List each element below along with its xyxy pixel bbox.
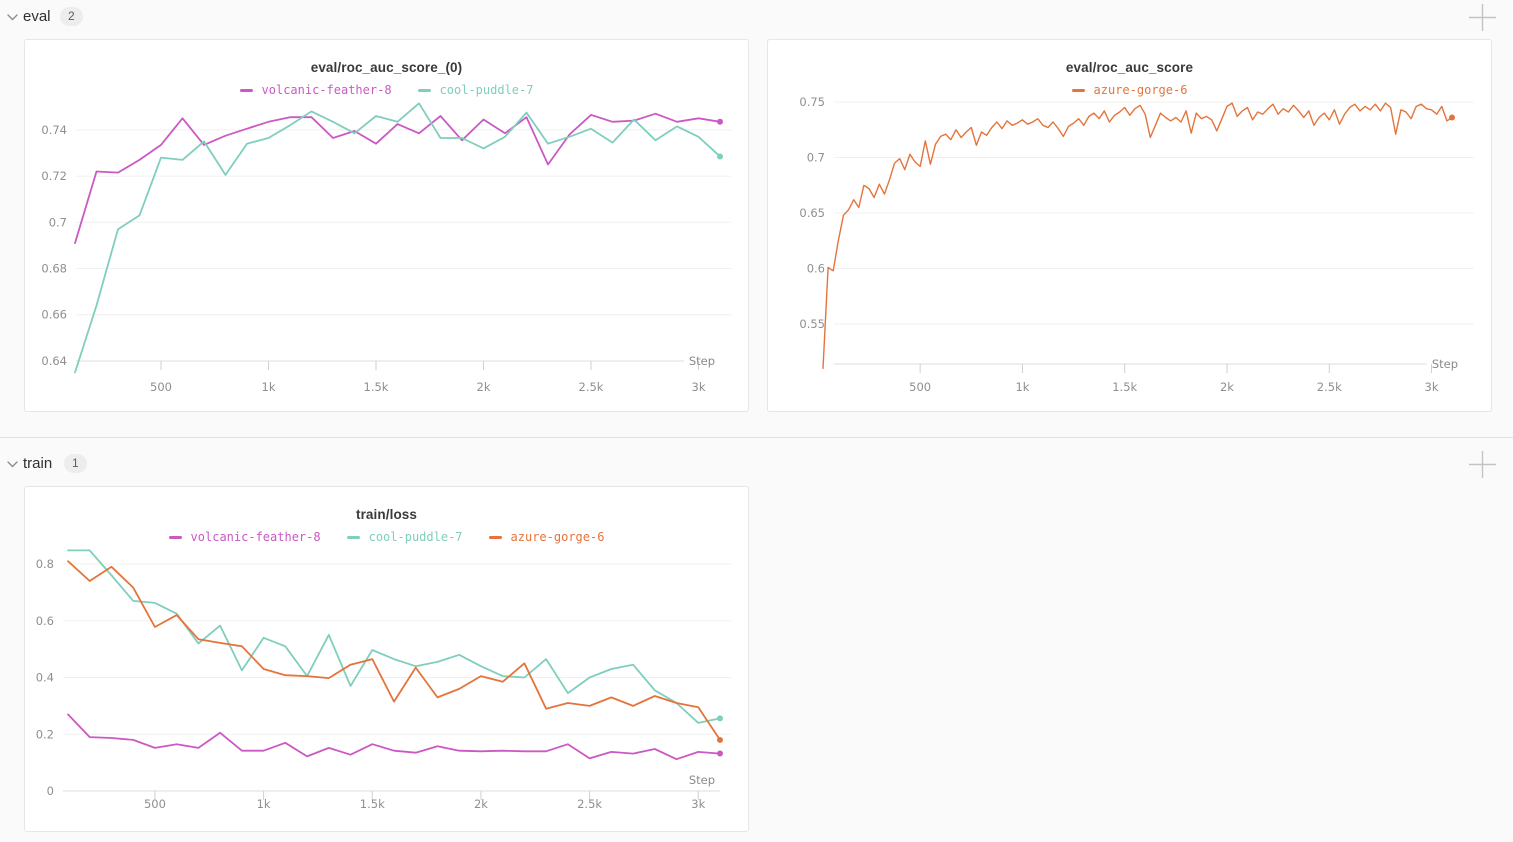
plus-icon [1468,3,1497,32]
x-tick-label: 500 [144,797,166,811]
y-tick-label: 0.72 [41,169,67,183]
section-divider [0,437,1513,438]
x-axis-label: Step [1432,357,1458,371]
y-tick-label: 0.65 [799,206,825,220]
add-panel-button[interactable] [1467,449,1497,479]
series-line-azure-gorge-6 [823,103,1452,368]
section-title-eval[interactable]: eval [23,8,51,25]
chart-panel-eval-roc-auc-score-0: eval/roc_auc_score_(0) volcanic-feather-… [24,39,749,412]
y-tick-label: 0 [47,784,54,798]
series-line-azure-gorge-6 [68,561,720,740]
chart-panel-train-loss: train/loss volcanic-feather-8cool-puddle… [24,486,749,832]
series-end-dot-volcanic-feather-8 [717,119,723,125]
y-tick-label: 0.68 [41,261,67,275]
y-tick-label: 0.4 [36,671,54,685]
x-axis-label: Step [689,773,715,787]
y-tick-label: 0.6 [36,614,54,628]
series-line-cool-puddle-7 [75,103,720,372]
panel-count-badge: 2 [60,7,83,26]
x-tick-label: 2.5k [579,380,604,394]
x-tick-label: 500 [909,380,931,394]
x-tick-label: 2.5k [1317,380,1342,394]
x-tick-label: 1.5k [1112,380,1137,394]
x-tick-label: 3k [1425,380,1439,394]
x-tick-label: 2k [474,797,488,811]
series-line-volcanic-feather-8 [75,114,720,243]
x-tick-label: 1k [1015,380,1029,394]
series-line-cool-puddle-7 [68,550,720,723]
y-tick-label: 0.7 [807,151,825,165]
y-tick-label: 0.55 [799,317,825,331]
chevron-down-icon[interactable] [6,458,18,470]
x-tick-label: 1k [262,380,276,394]
y-tick-label: 0.64 [41,354,67,368]
x-tick-label: 1.5k [360,797,385,811]
series-end-dot-azure-gorge-6 [717,737,723,743]
series-line-volcanic-feather-8 [68,714,720,759]
x-tick-label: 1.5k [364,380,389,394]
y-tick-label: 0.6 [807,262,825,276]
series-end-dot-azure-gorge-6 [1449,115,1455,121]
x-tick-label: 2k [477,380,491,394]
chart-plot[interactable]: 0 0.2 0.4 0.6 0.8 500 1k 1.5k 2k 2.5k 3k Step [25,487,750,833]
chart-plot[interactable]: 0.64 0.66 0.68 0.7 0.72 0.74 500 1k 1.5k 2k 2.5k 3k… [25,40,750,413]
series-end-dot-cool-puddle-7 [717,715,723,721]
section-header-eval: eval 2 [0,2,1513,32]
y-tick-label: 0.8 [36,557,54,571]
chart-plot[interactable]: 0.55 0.6 0.65 0.7 0.75 500 1k 1.5k 2k 2.5k 3k Step [768,40,1493,413]
add-panel-button[interactable] [1467,2,1497,32]
chevron-down-icon[interactable] [6,11,18,23]
x-tick-label: 2k [1220,380,1234,394]
workspace: eval 2 eval/roc_auc_score_(0) volcanic-f… [0,0,1513,842]
chart-panel-eval-roc-auc-score: eval/roc_auc_score azure-gorge-6 0.550.6… [767,39,1492,412]
y-tick-label: 0.74 [41,123,67,137]
y-tick-label: 0.7 [49,215,67,229]
x-tick-label: 3k [691,797,705,811]
x-tick-label: 3k [692,380,706,394]
plus-icon [1468,450,1497,479]
y-tick-label: 0.75 [799,95,825,109]
section-header-train: train 1 [0,449,1513,479]
series-end-dot-cool-puddle-7 [717,153,723,159]
x-tick-label: 1k [257,797,271,811]
y-tick-label: 0.66 [41,308,67,322]
x-tick-label: 500 [150,380,172,394]
x-tick-label: 2.5k [577,797,602,811]
x-axis-label: Step [689,354,715,368]
section-title-train[interactable]: train [23,455,52,472]
panel-count-badge: 1 [64,454,87,473]
y-tick-label: 0.2 [36,727,54,741]
series-end-dot-volcanic-feather-8 [717,751,723,757]
